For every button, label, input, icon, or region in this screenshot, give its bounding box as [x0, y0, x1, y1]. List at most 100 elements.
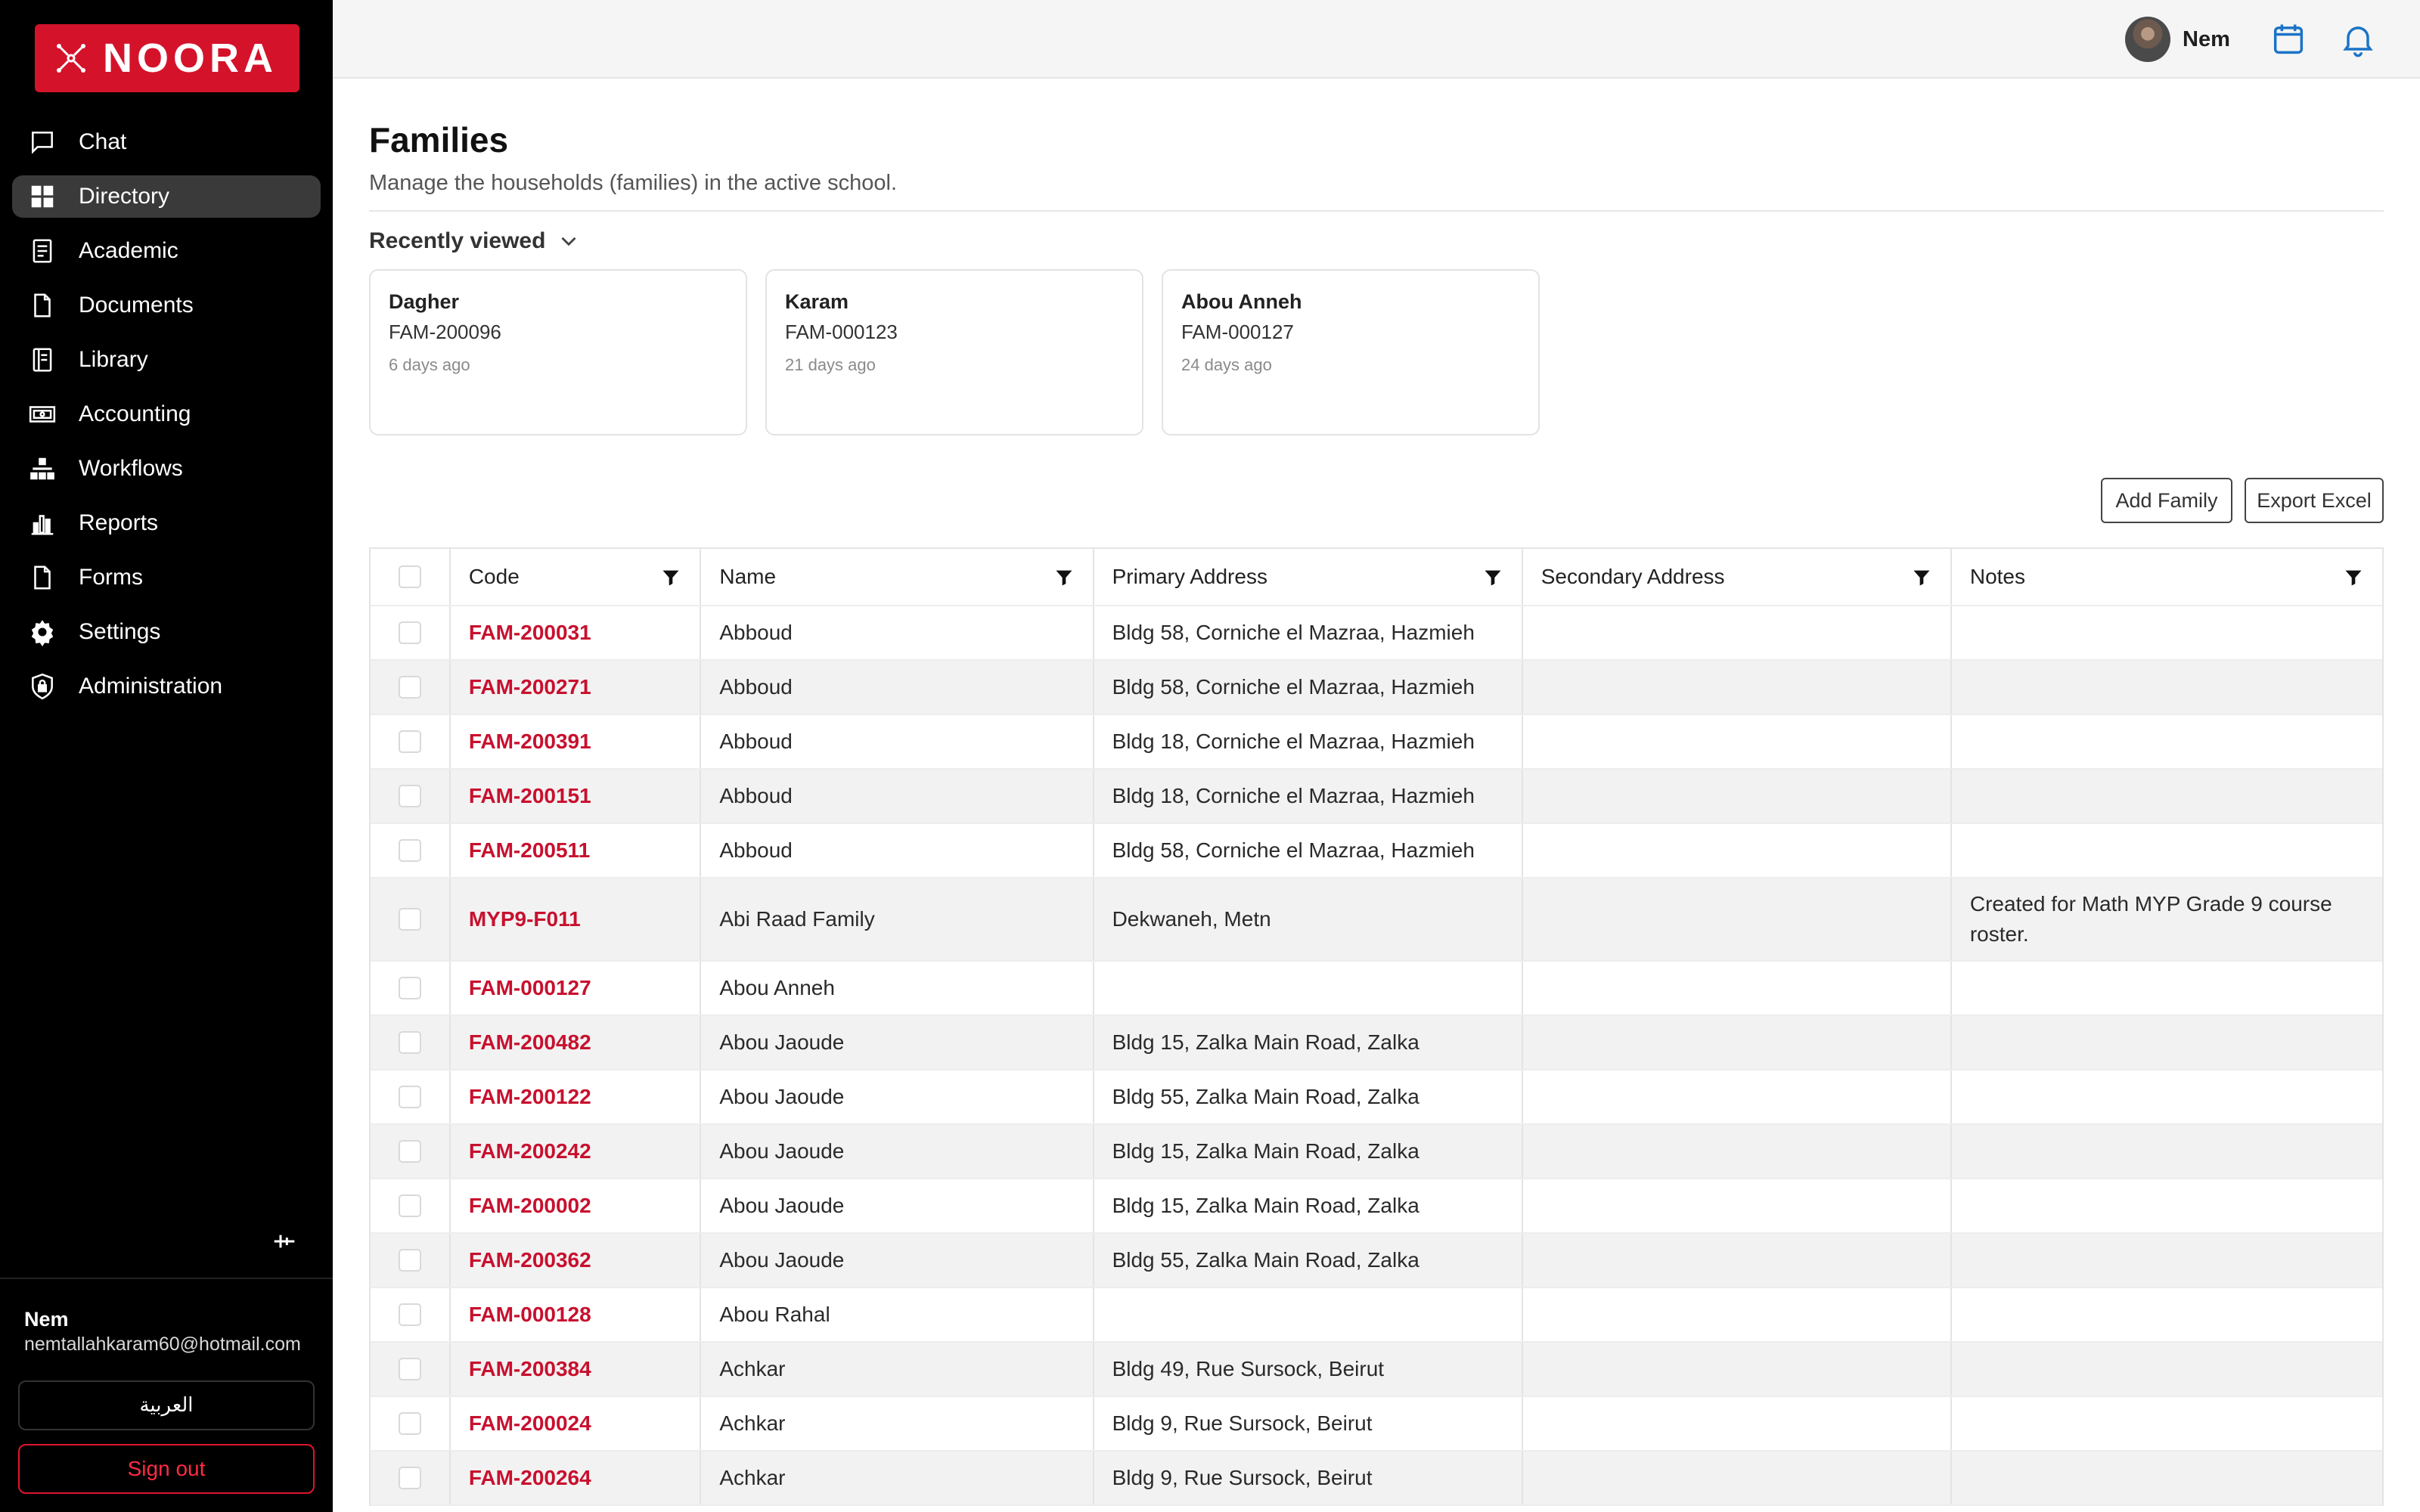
- filter-icon[interactable]: [1482, 567, 1503, 588]
- row-checkbox[interactable]: [398, 908, 421, 931]
- cell-code: FAM-200122: [451, 1070, 702, 1123]
- table-row[interactable]: FAM-200482 Abou Jaoude Bldg 15, Zalka Main…: [371, 1016, 2382, 1070]
- sidebar-item-settings[interactable]: Settings: [12, 611, 321, 653]
- sidebar-item-workflows[interactable]: Workflows: [12, 448, 321, 490]
- row-checkbox[interactable]: [398, 1249, 421, 1272]
- language-toggle-button[interactable]: العربية: [18, 1380, 315, 1430]
- row-select-cell: [371, 1397, 451, 1450]
- table-row[interactable]: FAM-000127 Abou Anneh: [371, 962, 2382, 1016]
- family-code-link[interactable]: MYP9-F011: [469, 907, 581, 931]
- row-checkbox[interactable]: [398, 621, 421, 644]
- cell-notes: [1952, 770, 2382, 823]
- sidebar-item-chat[interactable]: Chat: [12, 121, 321, 163]
- family-code-link[interactable]: FAM-200122: [469, 1085, 591, 1109]
- cell-notes: [1952, 1452, 2382, 1504]
- table-header-row: Code Name Primary Address Secondary Addr…: [371, 549, 2382, 606]
- cell-primary-address: Bldg 9, Rue Sursock, Beirut: [1094, 1452, 1523, 1504]
- filter-icon[interactable]: [1053, 567, 1075, 588]
- table-row[interactable]: FAM-200362 Abou Jaoude Bldg 55, Zalka Main…: [371, 1234, 2382, 1288]
- noora-logo[interactable]: NOORA: [35, 24, 299, 92]
- cell-notes: [1952, 606, 2382, 659]
- column-header-code[interactable]: Code: [451, 549, 702, 605]
- row-select-cell: [371, 1234, 451, 1287]
- column-header-notes[interactable]: Notes: [1952, 549, 2382, 605]
- row-checkbox[interactable]: [398, 1194, 421, 1217]
- cell-secondary-address: [1523, 1452, 1952, 1504]
- sidebar-item-label: Reports: [79, 510, 159, 535]
- table-row[interactable]: FAM-200384 Achkar Bldg 49, Rue Sursock, Be…: [371, 1343, 2382, 1397]
- filter-icon[interactable]: [2343, 567, 2364, 588]
- family-code-link[interactable]: FAM-200362: [469, 1248, 591, 1272]
- sidebar-item-documents[interactable]: Documents: [12, 284, 321, 327]
- recent-family-card[interactable]: Dagher FAM-200096 6 days ago: [369, 269, 747, 435]
- sidebar-item-library[interactable]: Library: [12, 339, 321, 381]
- pin-sidebar-icon[interactable]: [269, 1226, 299, 1256]
- family-code-link[interactable]: FAM-200384: [469, 1357, 591, 1381]
- sidebar-item-academic[interactable]: Academic: [12, 230, 321, 272]
- family-code-link[interactable]: FAM-000128: [469, 1303, 591, 1327]
- cell-name: Abboud: [701, 770, 1094, 823]
- row-checkbox[interactable]: [398, 977, 421, 999]
- table-row[interactable]: FAM-200271 Abboud Bldg 58, Corniche el Maz…: [371, 661, 2382, 715]
- family-code-link[interactable]: FAM-200002: [469, 1194, 591, 1218]
- top-user-name[interactable]: Nem: [2183, 27, 2230, 52]
- row-checkbox[interactable]: [398, 1140, 421, 1163]
- cell-name: Abou Jaoude: [701, 1016, 1094, 1069]
- row-checkbox[interactable]: [398, 1467, 421, 1489]
- family-code-link[interactable]: FAM-200264: [469, 1466, 591, 1490]
- export-excel-button[interactable]: Export Excel: [2245, 478, 2384, 523]
- cell-notes: [1952, 1179, 2382, 1232]
- bell-icon[interactable]: [2338, 20, 2378, 59]
- row-checkbox[interactable]: [398, 839, 421, 862]
- family-code-link[interactable]: FAM-200271: [469, 675, 591, 699]
- column-header-name[interactable]: Name: [701, 549, 1094, 605]
- table-row[interactable]: FAM-200002 Abou Jaoude Bldg 15, Zalka Main…: [371, 1179, 2382, 1234]
- filter-icon[interactable]: [660, 567, 681, 588]
- table-row[interactable]: FAM-200024 Achkar Bldg 9, Rue Sursock, Bei…: [371, 1397, 2382, 1452]
- family-code-link[interactable]: FAM-200391: [469, 730, 591, 754]
- sidebar-item-forms[interactable]: Forms: [12, 556, 321, 599]
- add-family-button[interactable]: Add Family: [2101, 478, 2232, 523]
- filter-icon[interactable]: [1911, 567, 1932, 588]
- row-checkbox[interactable]: [398, 1412, 421, 1435]
- table-row[interactable]: FAM-200511 Abboud Bldg 58, Corniche el Maz…: [371, 824, 2382, 878]
- table-row[interactable]: FAM-200122 Abou Jaoude Bldg 55, Zalka Main…: [371, 1070, 2382, 1125]
- sign-out-button[interactable]: Sign out: [18, 1444, 315, 1494]
- family-code-link[interactable]: FAM-200242: [469, 1139, 591, 1163]
- family-code-link[interactable]: FAM-200511: [469, 838, 590, 863]
- row-checkbox[interactable]: [398, 1031, 421, 1054]
- table-row[interactable]: FAM-200264 Achkar Bldg 9, Rue Sursock, Bei…: [371, 1452, 2382, 1506]
- family-code-link[interactable]: FAM-200031: [469, 621, 591, 645]
- table-row[interactable]: FAM-000128 Abou Rahal: [371, 1288, 2382, 1343]
- family-code-link[interactable]: FAM-200024: [469, 1411, 591, 1436]
- row-checkbox[interactable]: [398, 785, 421, 807]
- table-row[interactable]: FAM-200242 Abou Jaoude Bldg 15, Zalka Main…: [371, 1125, 2382, 1179]
- row-checkbox[interactable]: [398, 1086, 421, 1108]
- select-all-checkbox[interactable]: [398, 565, 421, 588]
- table-row[interactable]: FAM-200151 Abboud Bldg 18, Corniche el Maz…: [371, 770, 2382, 824]
- family-code-link[interactable]: FAM-200482: [469, 1030, 591, 1055]
- recent-family-card[interactable]: Abou Anneh FAM-000127 24 days ago: [1162, 269, 1540, 435]
- sidebar-item-directory[interactable]: Directory: [12, 175, 321, 218]
- recent-family-card[interactable]: Karam FAM-000123 21 days ago: [765, 269, 1143, 435]
- row-checkbox[interactable]: [398, 1303, 421, 1326]
- family-code-link[interactable]: FAM-000127: [469, 976, 591, 1000]
- sidebar-item-administration[interactable]: Administration: [12, 665, 321, 708]
- sidebar-user-email: nemtallahkaram60@hotmail.com: [24, 1334, 301, 1355]
- table-row[interactable]: FAM-200031 Abboud Bldg 58, Corniche el Maz…: [371, 606, 2382, 661]
- avatar[interactable]: [2125, 17, 2170, 62]
- table-row[interactable]: MYP9-F011 Abi Raad Family Dekwaneh, Metn Cr…: [371, 878, 2382, 962]
- sidebar-item-label: Directory: [79, 184, 170, 209]
- recently-viewed-toggle[interactable]: Recently viewed: [369, 228, 582, 254]
- row-checkbox[interactable]: [398, 676, 421, 699]
- row-checkbox[interactable]: [398, 1358, 421, 1380]
- sidebar-item-accounting[interactable]: Accounting: [12, 393, 321, 435]
- calendar-icon[interactable]: [2269, 20, 2308, 59]
- sidebar-item-reports[interactable]: Reports: [12, 502, 321, 544]
- table-row[interactable]: FAM-200391 Abboud Bldg 18, Corniche el Maz…: [371, 715, 2382, 770]
- family-code-link[interactable]: FAM-200151: [469, 784, 591, 808]
- row-checkbox[interactable]: [398, 730, 421, 753]
- cell-primary-address: Bldg 49, Rue Sursock, Beirut: [1094, 1343, 1523, 1396]
- column-header-secondary-address[interactable]: Secondary Address: [1523, 549, 1952, 605]
- column-header-primary-address[interactable]: Primary Address: [1094, 549, 1523, 605]
